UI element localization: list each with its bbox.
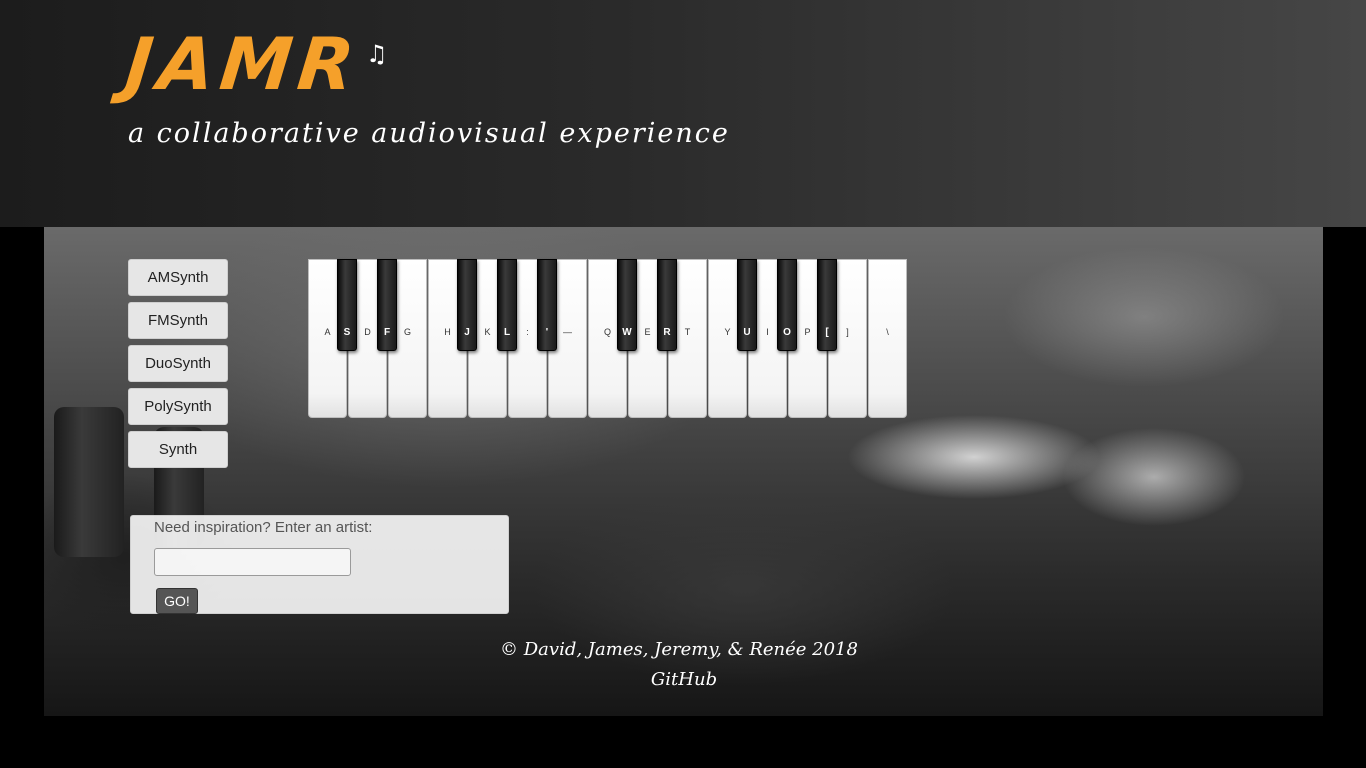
key-label: ' xyxy=(545,327,549,338)
header: JAMR ♫ a collaborative audiovisual exper… xyxy=(0,0,1366,227)
inspiration-panel: Need inspiration? Enter an artist: GO! xyxy=(130,515,509,614)
black-key[interactable]: J xyxy=(457,259,477,351)
synth-button-synth[interactable]: Synth xyxy=(128,431,228,468)
black-key[interactable]: F xyxy=(377,259,397,351)
key-label: R xyxy=(663,327,671,338)
key-label: L xyxy=(503,327,511,338)
tagline: a collaborative audiovisual experience xyxy=(128,118,730,149)
white-key[interactable]: \ xyxy=(868,259,907,418)
black-key[interactable]: [ xyxy=(817,259,837,351)
main-stage: AMSynth FMSynth DuoSynth PolySynth Synth… xyxy=(44,227,1323,716)
synth-button-duosynth[interactable]: DuoSynth xyxy=(128,345,228,382)
key-label: S xyxy=(343,327,351,338)
key-label: \ xyxy=(886,327,889,337)
synth-button-amsynth[interactable]: AMSynth xyxy=(128,259,228,296)
key-label: F xyxy=(383,327,391,338)
github-link[interactable]: GitHub xyxy=(44,669,1323,690)
synth-button-fmsynth[interactable]: FMSynth xyxy=(128,302,228,339)
background-knob xyxy=(54,407,124,557)
black-key[interactable]: L xyxy=(497,259,517,351)
go-button[interactable]: GO! xyxy=(156,588,198,614)
black-key[interactable]: R xyxy=(657,259,677,351)
black-key[interactable]: S xyxy=(337,259,357,351)
black-key[interactable]: W xyxy=(617,259,637,351)
music-note-icon: ♫ xyxy=(366,40,388,68)
synth-button-polysynth[interactable]: PolySynth xyxy=(128,388,228,425)
key-label: J xyxy=(464,327,470,338)
synth-selector: AMSynth FMSynth DuoSynth PolySynth Synth xyxy=(128,259,228,474)
inspiration-label: Need inspiration? Enter an artist: xyxy=(154,519,373,536)
black-key[interactable]: U xyxy=(737,259,757,351)
key-label: W xyxy=(622,327,632,338)
key-label: O xyxy=(783,327,791,338)
logo: JAMR xyxy=(121,22,365,106)
key-label: [ xyxy=(825,327,829,338)
black-key[interactable]: O xyxy=(777,259,797,351)
piano-keyboard: A D G H K : — Q E T Y I P ] \ S F J L ' … xyxy=(308,259,908,419)
black-key[interactable]: ' xyxy=(537,259,557,351)
credits: © David, James, Jeremy, & Renée 2018 xyxy=(500,639,858,660)
key-label: U xyxy=(743,327,751,338)
artist-input[interactable] xyxy=(154,548,351,576)
